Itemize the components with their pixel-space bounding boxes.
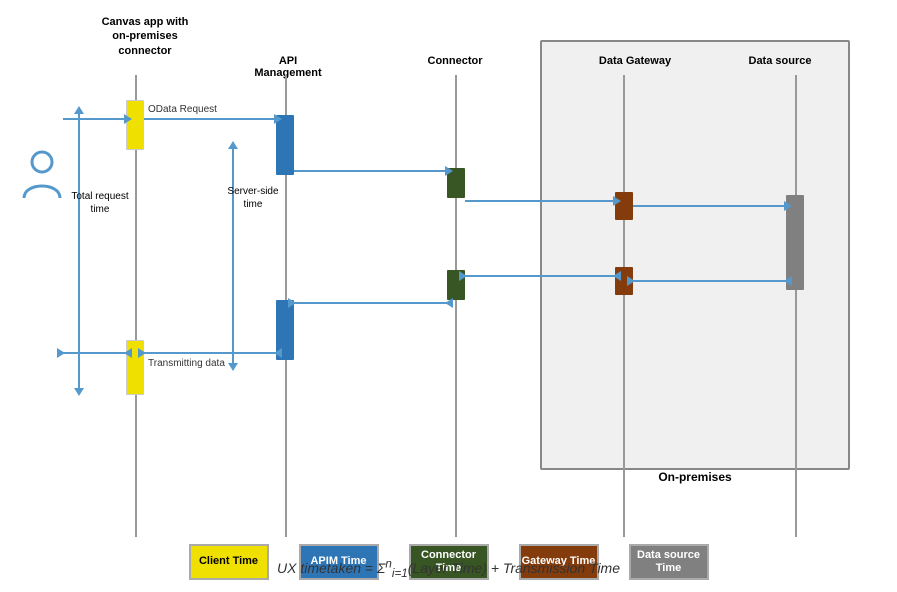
data-source-label: Data source — [740, 55, 820, 67]
arrow-label-odata: OData Request — [148, 104, 217, 115]
vline-datasource — [795, 75, 797, 537]
total-request-arrowhead-bottom — [74, 388, 84, 396]
data-gateway-label: Data Gateway — [590, 55, 680, 67]
arrow-connector-apim-return — [294, 302, 447, 304]
arrow-canvas-person-return — [63, 352, 126, 354]
person-icon — [22, 150, 62, 205]
server-side-arrowhead-top — [228, 141, 238, 149]
arrow-gateway-connector-return — [465, 275, 615, 277]
vline-server-side — [232, 145, 234, 365]
arrow-datasource-gateway-return — [633, 280, 786, 282]
formula: UX timetaken = Σni=1(Layer Time) + Trans… — [0, 558, 897, 580]
arrow-gateway-datasource — [633, 205, 786, 207]
vline-gateway — [623, 75, 625, 537]
canvas-app-label: Canvas app with on-premises connector — [100, 15, 190, 58]
apim-label: API Management — [248, 55, 328, 79]
arrow-apim-connector — [294, 170, 447, 172]
total-request-arrowhead-top — [74, 106, 84, 114]
total-request-label: Total request time — [70, 190, 130, 216]
block-apim-top — [276, 115, 294, 175]
connector-label: Connector — [420, 55, 490, 67]
arrow-label-transmitting: Transmitting data — [148, 358, 225, 369]
arrow-person-canvas — [63, 118, 126, 120]
block-canvas-top — [126, 100, 144, 150]
arrow-connector-gateway — [465, 200, 615, 202]
server-side-label: Server-side time — [218, 185, 288, 211]
vline-connector — [455, 75, 457, 537]
arrow-odata-request — [144, 118, 276, 120]
arrow-apim-canvas-return — [144, 352, 276, 354]
server-side-arrowhead-bottom — [228, 363, 238, 371]
onprem-label: On-premises — [540, 470, 850, 484]
